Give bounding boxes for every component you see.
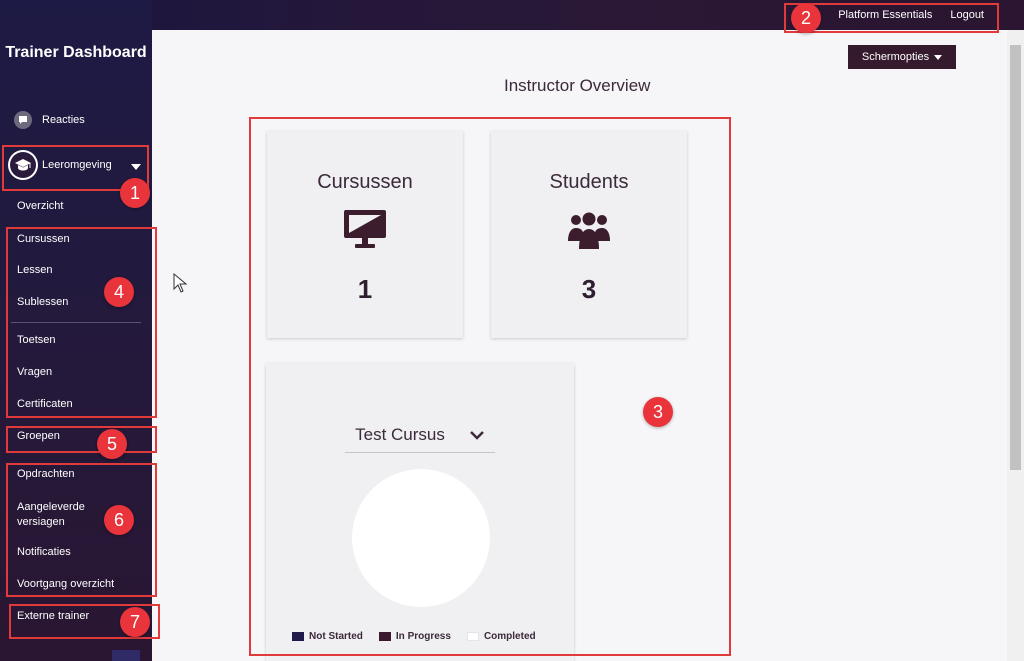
mouse-cursor-icon (173, 273, 187, 293)
annotation-badge-5: 5 (97, 429, 127, 459)
annotation-box-4 (6, 227, 157, 418)
annotation-badge-1: 1 (120, 178, 150, 208)
annotation-badge-2: 2 (791, 3, 821, 33)
comment-icon (14, 111, 32, 129)
screen-options-label: Schermopties (861, 51, 930, 63)
sidebar-item-label: Reacties (42, 114, 85, 126)
sidebar-brand: Trainer Dashboard (5, 44, 147, 61)
annotation-badge-3: 3 (643, 397, 673, 427)
annotation-badge-6: 6 (104, 505, 134, 535)
annotation-box-5 (6, 426, 157, 453)
annotation-box-3 (249, 117, 731, 656)
annotation-box-6 (6, 463, 157, 597)
scrollbar-thumb[interactable] (1010, 45, 1021, 470)
sidebar-item-overzicht[interactable]: Overzicht (17, 200, 63, 212)
sidebar-item-reacties[interactable]: Reacties (14, 111, 85, 129)
sidebar-bottom-tile (112, 650, 140, 661)
page-title: Instructor Overview (504, 76, 651, 95)
annotation-badge-4: 4 (104, 277, 134, 307)
caret-down-icon (934, 54, 943, 60)
annotation-badge-7: 7 (120, 607, 150, 637)
screen-options-button[interactable]: Schermopties (848, 45, 956, 69)
